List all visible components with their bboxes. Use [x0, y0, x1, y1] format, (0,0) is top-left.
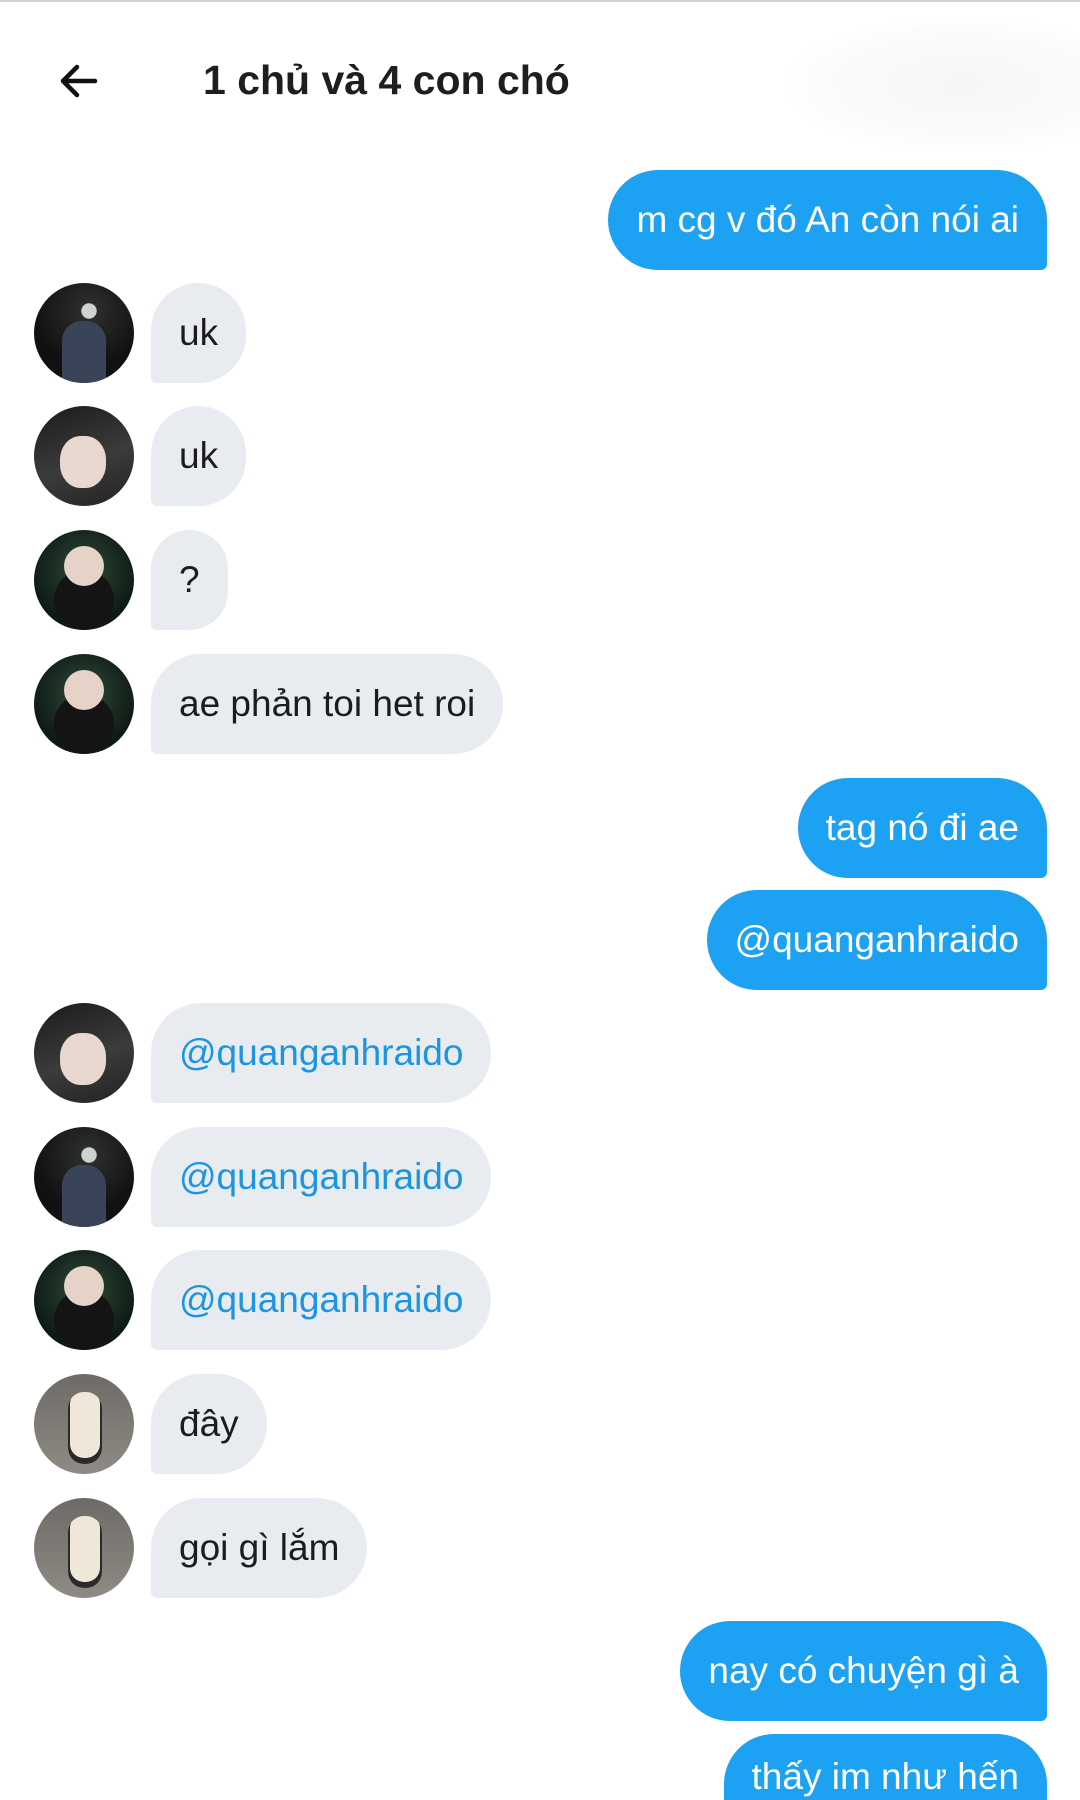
- avatar[interactable]: [34, 1498, 134, 1598]
- message-bubble-mention[interactable]: @quanganhraido: [151, 1250, 492, 1350]
- conversation-header: 1 chủ và 4 con chó: [0, 0, 1080, 160]
- avatar[interactable]: [34, 1003, 134, 1103]
- message-bubble-outgoing[interactable]: thấy im như hến: [723, 1734, 1047, 1800]
- avatar[interactable]: [34, 406, 134, 506]
- back-button[interactable]: [46, 48, 112, 114]
- conversation-title: 1 chủ và 4 con chó: [203, 57, 570, 103]
- message-bubble-mention[interactable]: @quanganhraido: [151, 1127, 492, 1227]
- avatar[interactable]: [34, 1127, 134, 1227]
- message-bubble-incoming[interactable]: đây: [151, 1374, 267, 1474]
- avatar[interactable]: [34, 530, 134, 630]
- message-bubble-incoming[interactable]: uk: [151, 283, 247, 383]
- message-bubble-incoming[interactable]: uk: [151, 406, 247, 506]
- avatar[interactable]: [34, 1250, 134, 1350]
- message-bubble-incoming[interactable]: ae phản toi het roi: [151, 654, 504, 754]
- arrow-left-icon: [60, 64, 98, 98]
- avatar[interactable]: [34, 283, 134, 383]
- message-bubble-outgoing[interactable]: tag nó đi ae: [797, 778, 1047, 878]
- avatar[interactable]: [34, 654, 134, 754]
- message-bubble-incoming[interactable]: gọi gì lắm: [151, 1498, 368, 1598]
- avatar[interactable]: [34, 1374, 134, 1474]
- message-bubble-incoming[interactable]: ?: [151, 530, 228, 630]
- message-bubble-outgoing[interactable]: @quanganhraido: [706, 890, 1047, 990]
- message-bubble-outgoing[interactable]: nay có chuyện gì à: [680, 1621, 1047, 1721]
- message-bubble-outgoing[interactable]: m cg v đó An còn nói ai: [608, 170, 1047, 270]
- message-bubble-mention[interactable]: @quanganhraido: [151, 1003, 492, 1103]
